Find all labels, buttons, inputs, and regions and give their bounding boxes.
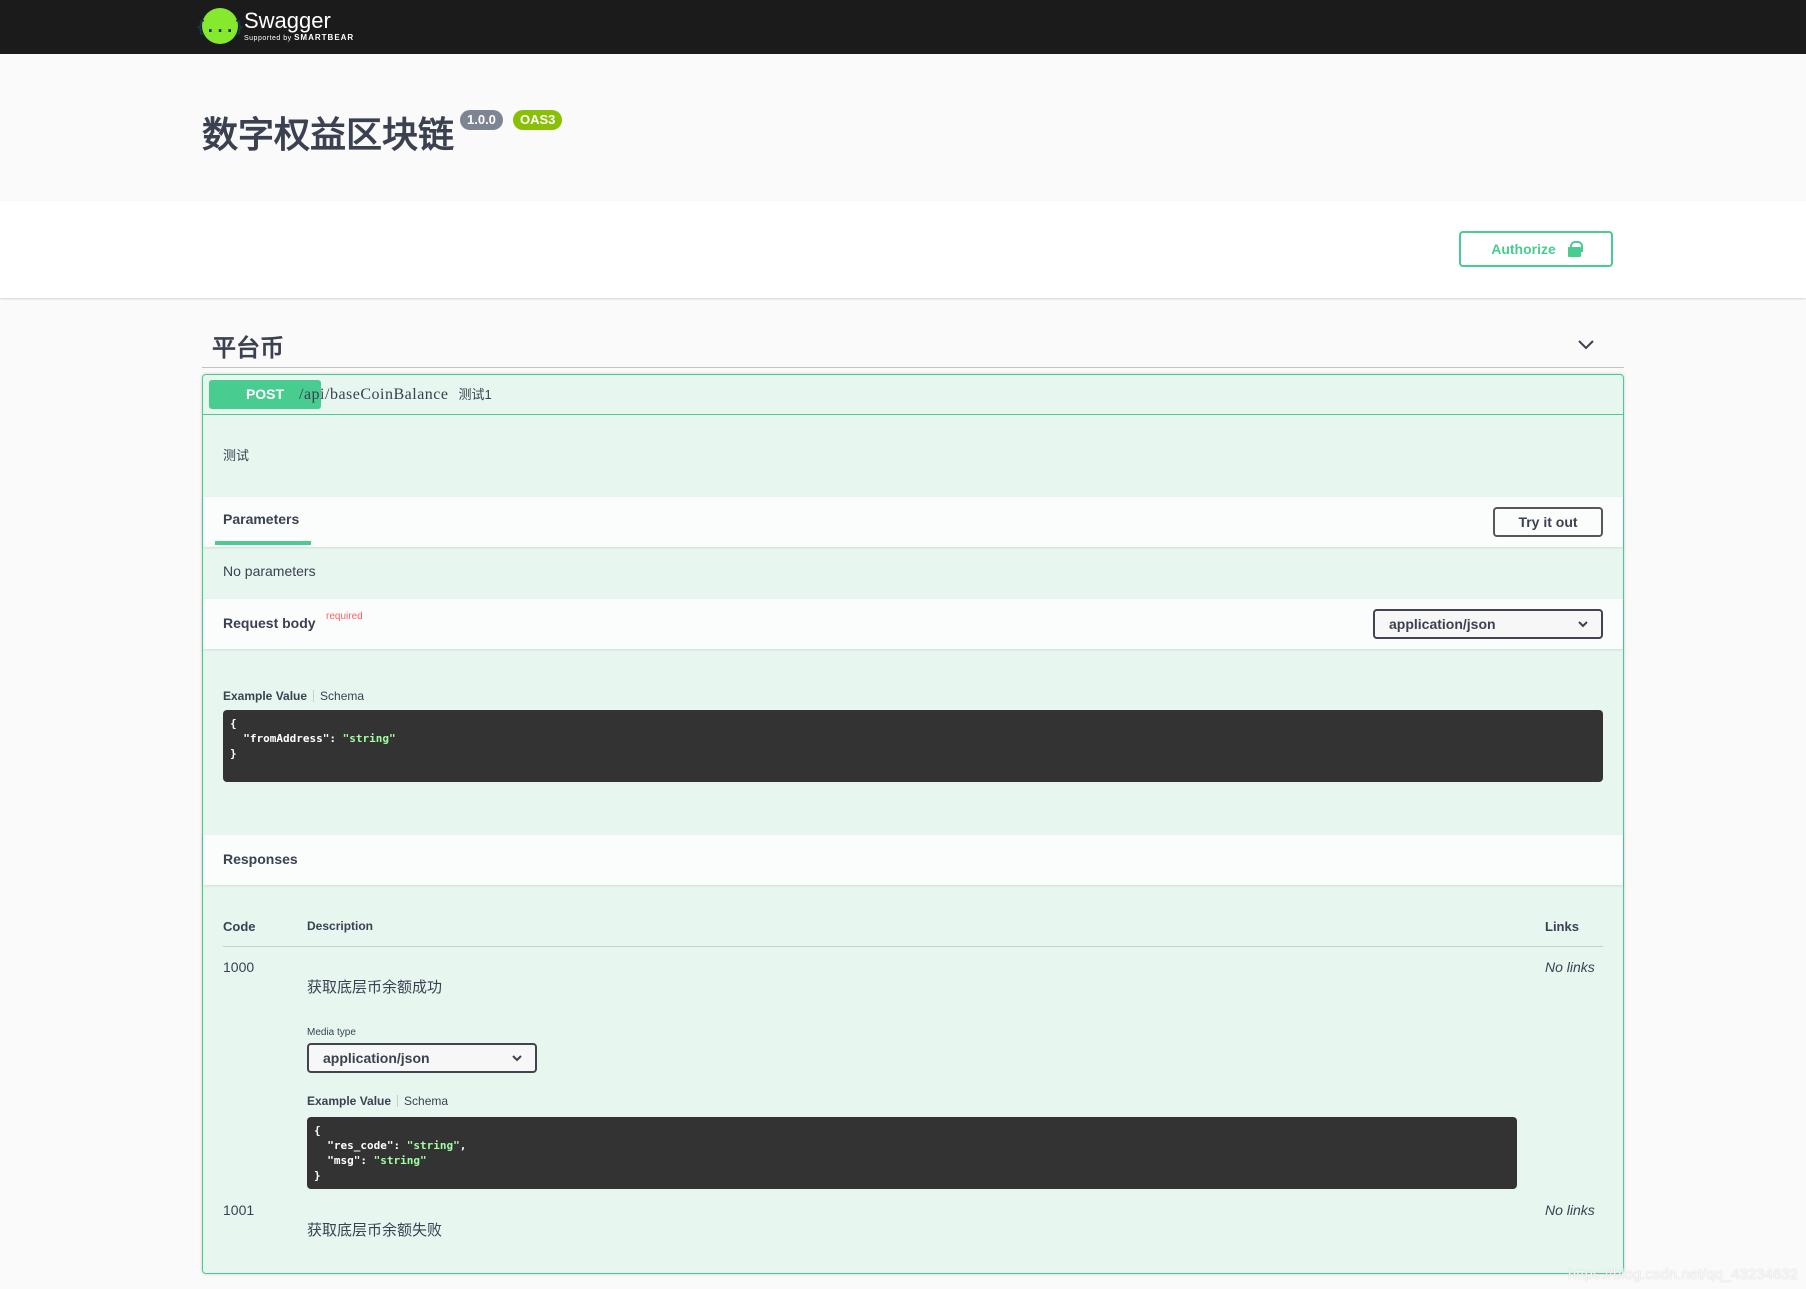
swagger-logo[interactable]: {...} Swagger Supported by SMARTBEAR [196,4,354,48]
code-close-brace: } [230,747,237,760]
tab-schema[interactable]: Schema [404,1094,448,1108]
chevron-down-icon [512,1055,522,1062]
code-key: "fromAddress": [230,732,343,745]
request-example-tabs: Example Value Schema [223,689,364,703]
select-value: application/json [1389,616,1496,632]
tab-underline [215,541,311,545]
required-label: required [326,611,363,622]
response-media-type-select[interactable]: application/json [307,1043,537,1073]
summary-text-row: /api/baseCoinBalance 测试1 [299,384,492,404]
response-links: No links [1545,1202,1595,1218]
response-example-tabs: Example Value Schema [307,1094,448,1108]
authorize-label: Authorize [1491,241,1556,257]
code-open-brace: { [314,1124,321,1137]
lock-icon [1567,241,1583,257]
scheme-container: Authorize [0,201,1806,298]
code-value: "string" [406,1139,460,1152]
parameters-header: Parameters Try it out [203,497,1623,547]
tab-example-value[interactable]: Example Value [223,689,307,703]
chevron-down-icon[interactable] [1576,334,1596,354]
opblock-summary[interactable]: POST /api/baseCoinBalance 测试1 [203,375,1623,415]
request-body-header: Request body required application/json [203,599,1623,649]
code-open-brace: { [230,717,237,730]
topbar: {...} Swagger Supported by SMARTBEAR [0,0,1806,54]
request-content-type-select[interactable]: application/json [1373,609,1603,639]
column-header-links: Links [1545,919,1579,934]
select-value: application/json [323,1050,430,1066]
authorize-button[interactable]: Authorize [1459,231,1613,267]
response-code: 1000 [223,959,255,975]
logo-sub-brand: SMARTBEAR [294,33,355,42]
operation-summary: 测试1 [458,387,492,402]
response-code: 1001 [223,1202,255,1218]
no-parameters-text: No parameters [223,563,316,579]
try-it-out-button[interactable]: Try it out [1493,507,1603,537]
chevron-down-icon [1578,621,1588,628]
logo-name: Swagger [244,8,331,33]
response-description: 获取底层币余额成功 [307,979,443,996]
response-description: 获取底层币余额失败 [307,1222,443,1239]
info-section: 数字权益区块链 1.0.0 OAS3 [0,54,1806,201]
tab-separator [397,1095,399,1107]
request-body-title: Request body [223,615,316,631]
operation-description: 测试 [223,448,250,463]
responses-header: Responses [203,835,1623,885]
code-key: "res_code": [314,1139,407,1152]
column-header-description: Description [307,919,374,933]
media-type-label: Media type [307,1027,356,1038]
logo-text: Swagger Supported by SMARTBEAR [244,9,354,43]
tab-separator [313,690,315,702]
code-value: "string" [342,732,396,745]
api-title: 数字权益区块链 [202,115,455,156]
responses-title: Responses [223,851,298,867]
tab-example-value[interactable]: Example Value [307,1094,391,1108]
oas-badge: OAS3 [513,110,563,130]
code-key: "msg": [314,1154,374,1167]
response-links: No links [1545,959,1595,975]
swagger-logo-icon: {...} [196,8,244,44]
request-example-code: { "fromAddress": "string" } [223,710,1603,782]
tab-schema[interactable]: Schema [320,689,364,703]
response-example-code: { "res_code": "string", "msg": "string" … [307,1117,1517,1189]
tag-name: 平台币 [212,334,284,362]
code-value: "string" [373,1154,427,1167]
code-close-brace: } [314,1169,321,1182]
code-comma: , [459,1139,467,1152]
column-header-code: Code [223,919,256,934]
table-divider [223,946,1603,947]
version-badge: 1.0.0 [460,110,503,130]
logo-sub: Supported by SMARTBEAR [244,33,354,43]
tab-parameters[interactable]: Parameters [223,511,299,527]
opblock-post: POST /api/baseCoinBalance 测试1 测试 Paramet… [202,374,1624,1274]
operation-path: /api/baseCoinBalance [299,386,449,403]
logo-sub-prefix: Supported by [244,35,295,42]
tag-header[interactable]: 平台币 [202,320,1624,368]
watermark: https://blog.csdn.net/qq_43234632 [1567,1266,1798,1283]
